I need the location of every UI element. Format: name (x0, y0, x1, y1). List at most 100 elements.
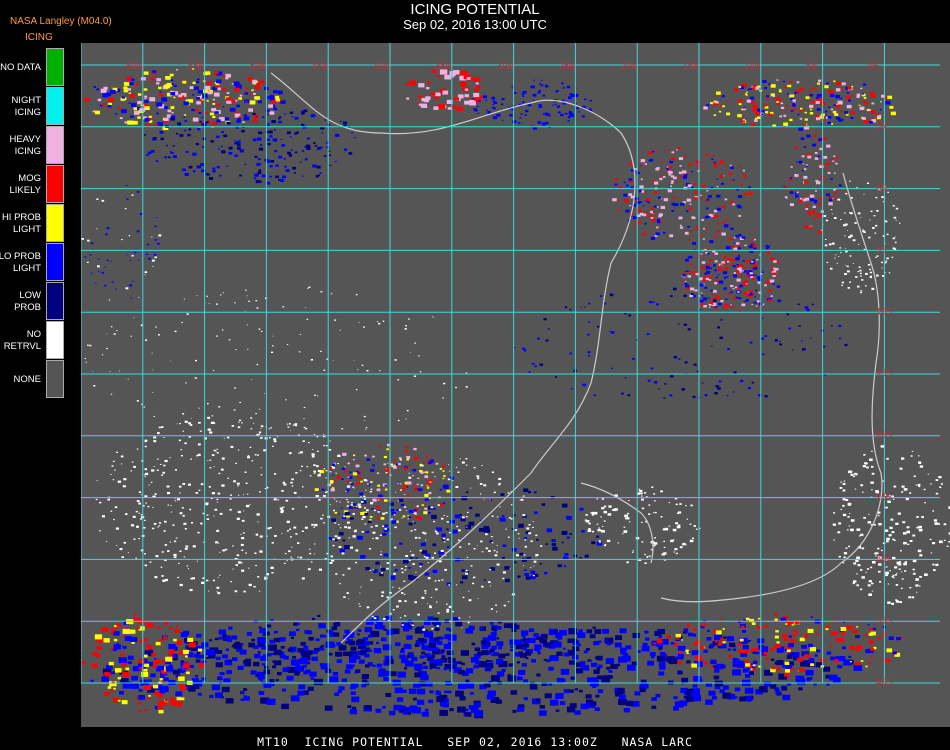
icing-pixel (776, 667, 781, 671)
icing-pixel (677, 524, 681, 527)
icing-pixel (908, 596, 911, 599)
icing-pixel (357, 369, 359, 371)
icing-pixel (144, 274, 146, 276)
icing-pixel (491, 653, 495, 657)
icing-pixel (704, 227, 708, 230)
icing-pixel (751, 622, 756, 625)
icing-pixel (231, 644, 236, 648)
icing-pixel (414, 342, 416, 344)
icing-pixel (333, 509, 335, 512)
icing-pixel (884, 658, 890, 663)
icing-pixel (247, 456, 250, 459)
icing-pixel (167, 550, 169, 551)
icing-pixel (267, 143, 271, 146)
icing-pixel (131, 461, 134, 463)
icing-pixel (518, 122, 521, 124)
icing-pixel (469, 616, 471, 618)
icing-pixel (84, 98, 90, 102)
icing-pixel (718, 380, 722, 383)
icing-pixel (647, 215, 651, 218)
icing-pixel (852, 263, 854, 264)
icing-pixel (876, 210, 879, 212)
icing-pixel (828, 106, 831, 108)
icing-pixel (726, 165, 728, 167)
icing-pixel (291, 508, 295, 510)
icing-pixel (739, 271, 742, 273)
icing-pixel (173, 155, 177, 158)
icing-pixel (315, 495, 319, 498)
icing-pixel (188, 165, 193, 169)
icing-pixel (152, 392, 154, 393)
icing-pixel (807, 628, 814, 633)
icing-pixel (152, 266, 154, 267)
icing-pixel (639, 201, 642, 203)
icing-pixel (483, 498, 485, 500)
icing-pixel (824, 85, 829, 89)
icing-pixel (677, 645, 686, 652)
icing-pixel (201, 677, 206, 681)
icing-pixel (420, 484, 424, 487)
icing-pixel (742, 282, 746, 285)
icing-pixel (810, 616, 813, 618)
icing-pixel (488, 550, 491, 552)
icing-pixel (195, 359, 197, 362)
icing-pixel (838, 522, 842, 525)
icing-pixel (238, 562, 240, 564)
icing-pixel (399, 617, 402, 619)
icing-pixel (113, 518, 115, 521)
icing-pixel (720, 104, 723, 107)
icing-pixel (505, 578, 510, 583)
icing-pixel (747, 88, 751, 91)
icing-pixel (241, 569, 245, 572)
icing-pixel (424, 493, 429, 497)
icing-pixel (890, 111, 896, 116)
icing-pixel (255, 533, 259, 536)
icing-pixel (411, 554, 415, 557)
icing-pixel (753, 84, 756, 87)
icing-pixel (373, 509, 376, 512)
icing-pixel (603, 544, 606, 547)
icing-pixel (503, 604, 506, 607)
icing-pixel (365, 427, 368, 428)
icing-pixel (152, 507, 154, 508)
icing-pixel (800, 107, 803, 110)
icing-pixel (804, 306, 809, 309)
icing-pixel (670, 157, 675, 160)
icing-pixel (787, 84, 792, 88)
icing-pixel (145, 124, 151, 129)
icing-pixel (404, 661, 408, 664)
icing-pixel (178, 94, 183, 98)
icing-pixel (201, 581, 205, 584)
icing-pixel (603, 520, 606, 522)
icing-pixel (133, 465, 136, 468)
icing-pixel (652, 150, 655, 153)
icing-pixel (158, 700, 165, 706)
icing-pixel (441, 517, 444, 520)
icing-pixel (313, 472, 316, 474)
icing-pixel (252, 112, 256, 116)
icing-pixel (456, 106, 463, 111)
icing-pixel (290, 556, 292, 558)
icing-pixel (561, 82, 564, 85)
icing-pixel (439, 468, 443, 470)
icing-pixel (101, 515, 105, 518)
icing-pixel (508, 517, 511, 519)
icing-pixel (408, 318, 410, 320)
icing-pixel (236, 517, 240, 520)
icing-pixel (834, 257, 836, 259)
icing-pixel (825, 110, 828, 113)
icing-pixel (103, 86, 108, 90)
icing-pixel (735, 257, 740, 261)
icing-pixel (723, 276, 727, 279)
icing-pixel (434, 627, 440, 631)
icing-pixel (783, 122, 789, 126)
icing-pixel (151, 652, 156, 657)
icing-pixel (168, 664, 173, 668)
icing-pixel (517, 575, 521, 578)
icing-pixel (212, 98, 215, 101)
icing-pixel (192, 545, 196, 548)
longitude-label: 40W (373, 62, 390, 72)
icing-pixel (713, 675, 720, 680)
icing-pixel (579, 689, 583, 693)
icing-pixel (518, 537, 520, 539)
